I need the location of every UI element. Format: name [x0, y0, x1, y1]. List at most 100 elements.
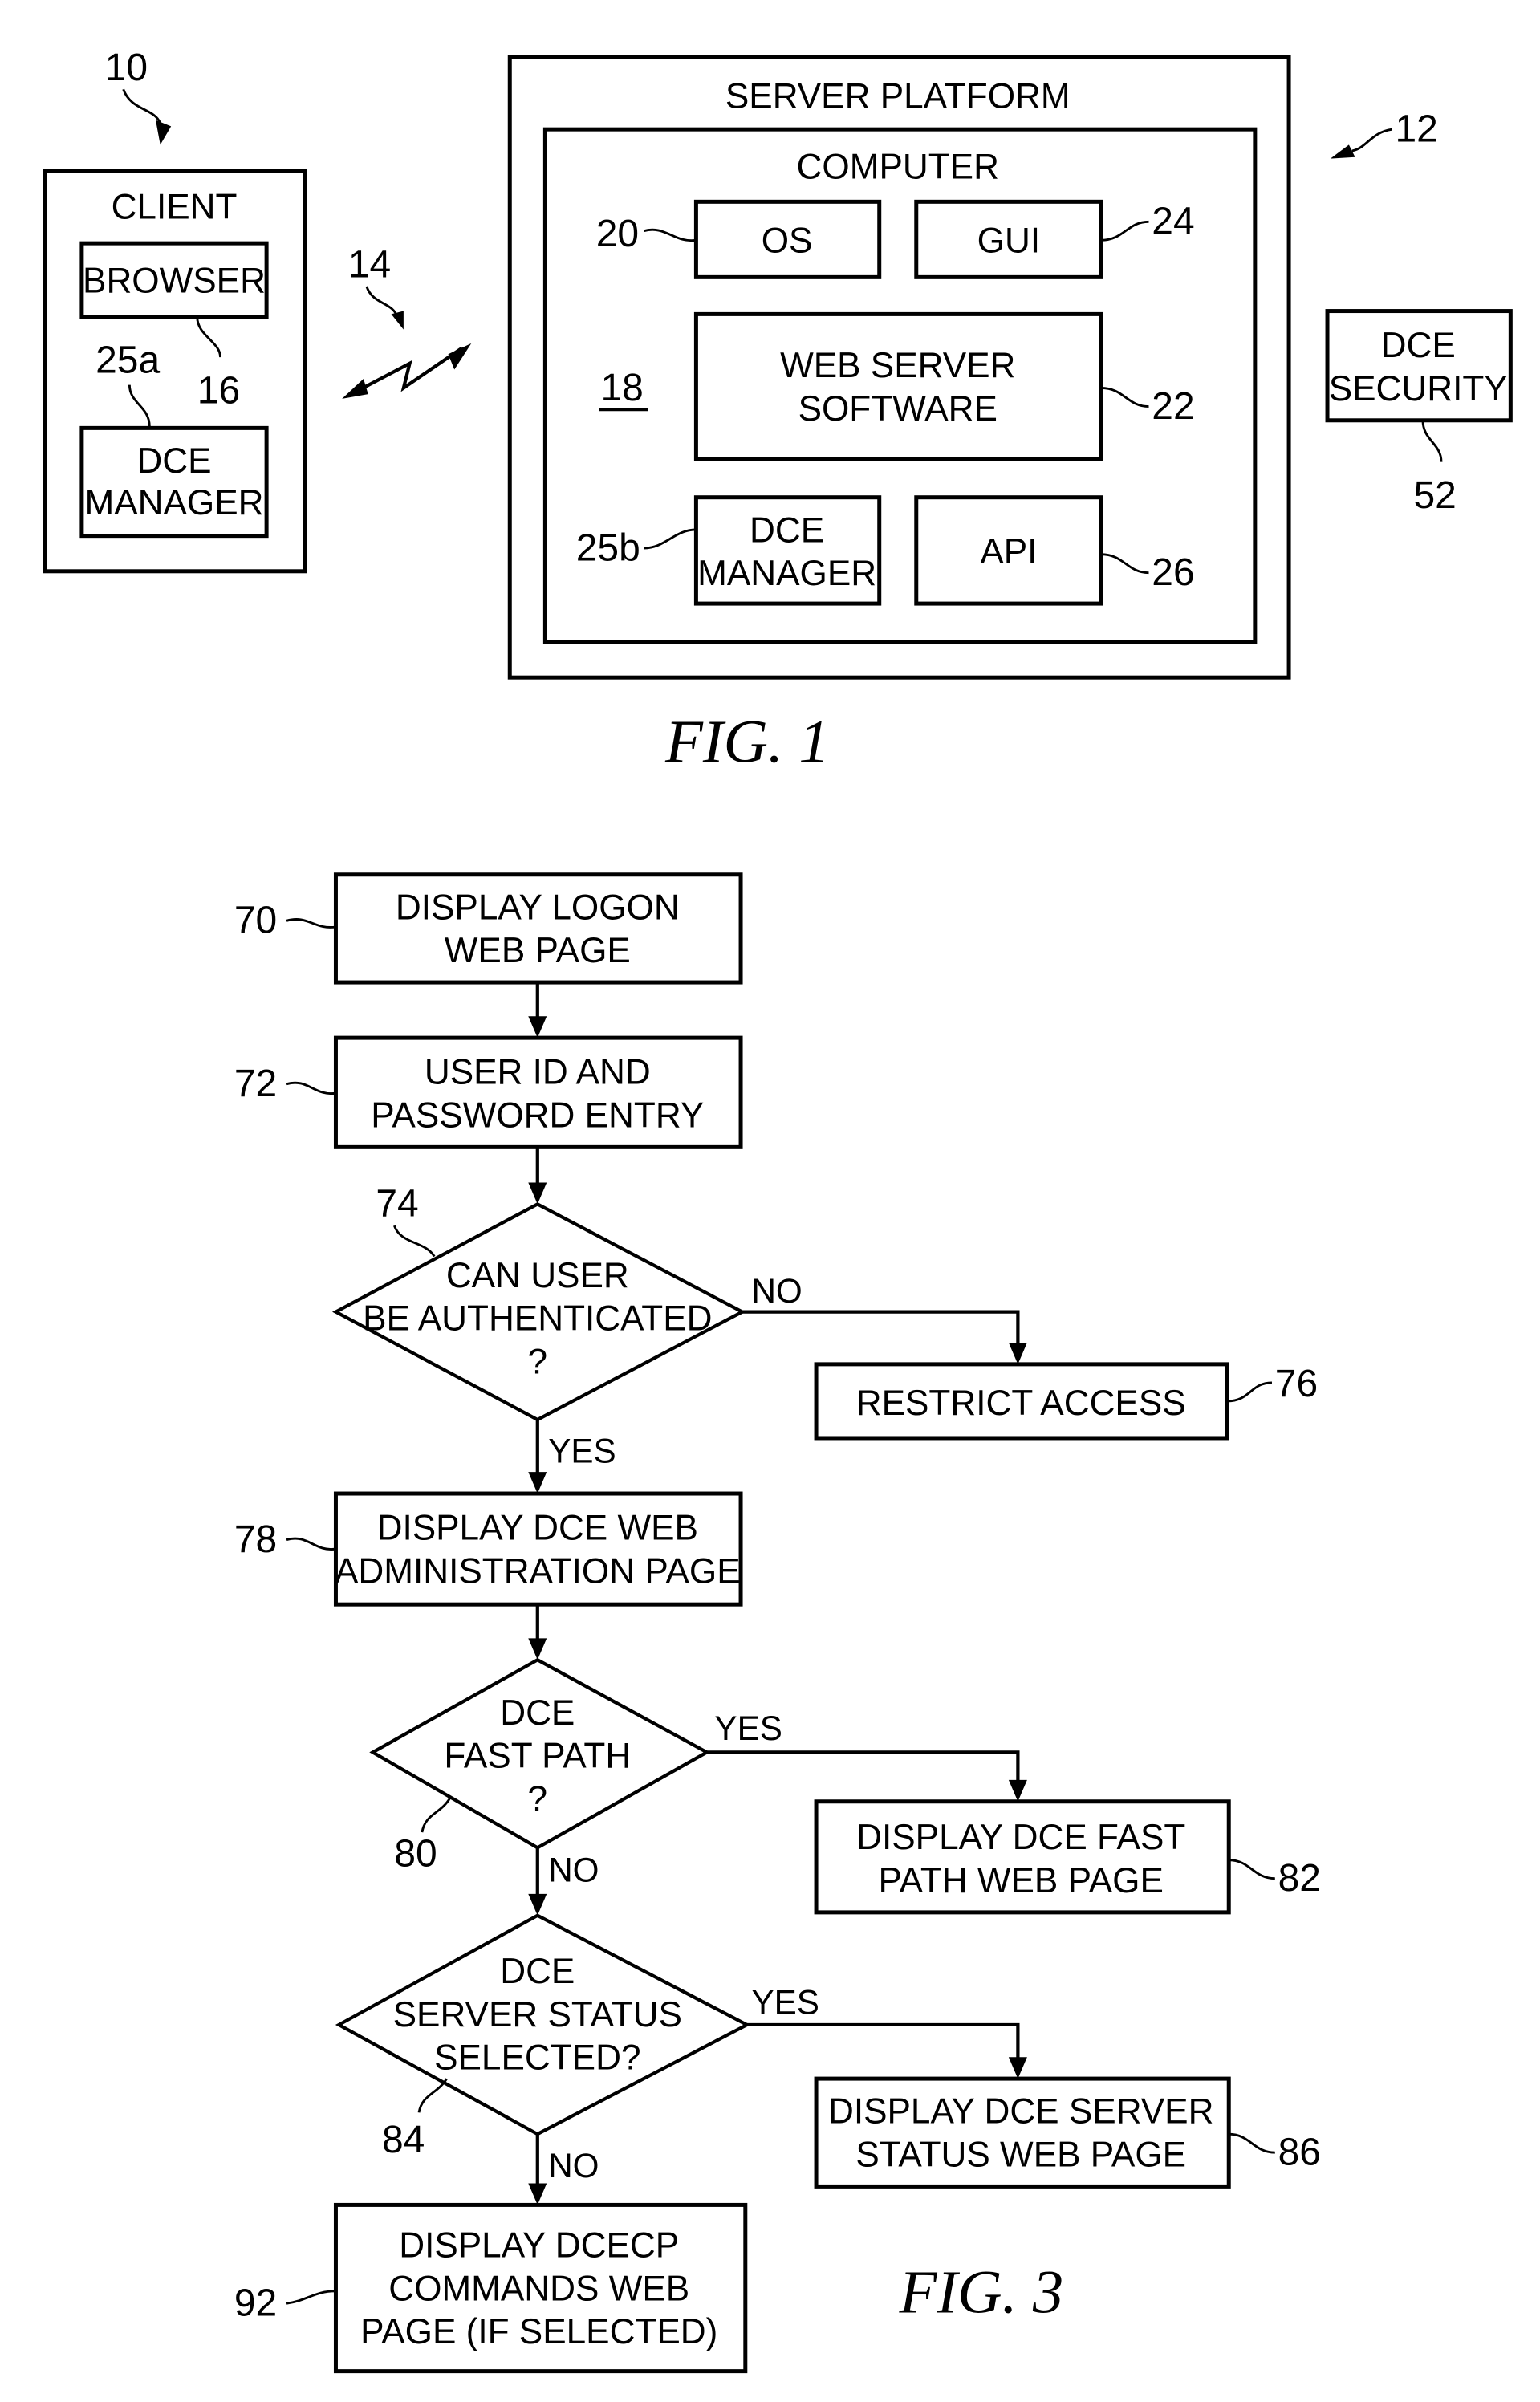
ref-decision-74: 74 — [376, 1183, 418, 1225]
ref-step-76: 76 — [1275, 1363, 1318, 1405]
step-78-line2: ADMINISTRATION PAGE — [335, 1551, 741, 1591]
step-86-line1: DISPLAY DCE SERVER — [828, 2092, 1214, 2132]
arrow-74-78-icon — [528, 1472, 547, 1494]
server-platform-leader — [1351, 128, 1392, 152]
connector-84-86 — [746, 2022, 1020, 2061]
patent-drawing-sheet: 10 CLIENT BROWSER 16 25a DCE MANAGER 14 … — [43, 47, 1513, 2374]
ref-client-dce-manager: 25a — [95, 339, 160, 381]
decision-74-line1: CAN USER — [446, 1256, 629, 1295]
server-platform-arrow-icon — [1330, 144, 1355, 159]
network-link-zigzag — [350, 346, 463, 396]
ref-decision-80: 80 — [394, 1832, 437, 1875]
ref-decision-84: 84 — [382, 2119, 425, 2161]
arrow-74-76-icon — [1008, 1343, 1027, 1364]
ref-client: 10 — [105, 47, 148, 89]
step-82-line1: DISPLAY DCE FAST — [856, 1818, 1185, 1857]
ref-step-92: 92 — [234, 2282, 277, 2325]
arrow-72-74-icon — [528, 1182, 547, 1205]
network-ref-arrow-icon — [391, 311, 404, 330]
decision-84-line1: DCE — [500, 1952, 575, 1991]
step-92-line1: DISPLAY DCECP — [399, 2226, 679, 2266]
client-ref-leader — [122, 88, 162, 124]
api-label: API — [980, 532, 1037, 571]
decision-84-yes-label: YES — [751, 1984, 819, 2022]
arrow-84-86-icon — [1008, 2057, 1027, 2079]
ref-server-platform: 12 — [1395, 108, 1437, 151]
dce-security-line1: DCE — [1381, 326, 1456, 365]
network-arrow-left-icon — [342, 378, 368, 399]
ref-step-78: 78 — [234, 1518, 277, 1561]
ref-step-70: 70 — [234, 900, 277, 942]
arrow-78-80-icon — [528, 1638, 547, 1660]
step-70-line2: WEB PAGE — [445, 931, 631, 970]
step-72-line2: PASSWORD ENTRY — [371, 1095, 704, 1135]
step-92-line2: COMMANDS WEB — [388, 2269, 689, 2308]
step-82-leader — [1229, 1859, 1275, 1880]
dce-security-leader — [1421, 420, 1443, 462]
arrow-84-92-icon — [528, 2183, 547, 2205]
fig3-caption: FIG. 3 — [899, 2258, 1064, 2327]
step-70-leader — [286, 918, 336, 929]
ref-step-82: 82 — [1278, 1857, 1321, 1900]
server-platform-title: SERVER PLATFORM — [725, 76, 1071, 116]
ref-api: 26 — [1152, 551, 1194, 594]
decision-80-line1: DCE — [500, 1693, 575, 1733]
decision-84-line2: SERVER STATUS — [393, 1995, 682, 2034]
step-70-line1: DISPLAY LOGON — [396, 888, 680, 927]
web-server-line2: SOFTWARE — [798, 389, 998, 429]
client-ref-arrow-icon — [155, 120, 172, 145]
step-78-leader — [286, 1537, 336, 1551]
ref-os: 20 — [596, 213, 639, 255]
computer-title: COMPUTER — [797, 148, 999, 187]
arrow-70-72-icon — [528, 1016, 547, 1038]
decision-74-leader — [392, 1225, 436, 1258]
ref-browser: 16 — [197, 370, 240, 413]
decision-80-yes-label: YES — [714, 1709, 782, 1747]
step-72-line1: USER ID AND — [425, 1053, 651, 1092]
step-82-line2: PATH WEB PAGE — [879, 1861, 1164, 1900]
ref-dce-security: 52 — [1413, 474, 1456, 517]
gui-label: GUI — [977, 222, 1040, 261]
ref-computer: 18 — [600, 367, 643, 409]
connector-74-76 — [742, 1310, 1020, 1346]
decision-74-no-label: NO — [751, 1272, 802, 1310]
fig1-system-diagram: 10 CLIENT BROWSER 16 25a DCE MANAGER 14 … — [43, 47, 1513, 776]
ref-web-server: 22 — [1152, 385, 1194, 428]
step-86-line2: STATUS WEB PAGE — [855, 2135, 1186, 2174]
decision-84-leader — [417, 2078, 448, 2113]
step-76-leader — [1227, 1381, 1273, 1403]
decision-80-line2: FAST PATH — [444, 1737, 631, 1776]
ref-server-dce-manager: 25b — [576, 526, 640, 569]
server-dce-manager-line2: MANAGER — [697, 554, 876, 593]
decision-84-line3: SELECTED? — [434, 2038, 640, 2078]
decision-74-line3: ? — [528, 1342, 548, 1381]
arrow-80-84-icon — [528, 1893, 547, 1916]
server-dce-manager-line1: DCE — [750, 510, 824, 550]
ref-step-86: 86 — [1278, 2132, 1321, 2174]
ref-step-72: 72 — [234, 1063, 277, 1105]
decision-84-no-label: NO — [548, 2147, 599, 2185]
client-dce-manager-line1: DCE — [136, 441, 211, 481]
decision-74-line2: BE AUTHENTICATED — [363, 1299, 712, 1339]
step-86-leader — [1229, 2132, 1275, 2154]
browser-label: BROWSER — [83, 262, 266, 301]
step-92-leader — [286, 2290, 336, 2305]
step-76-line1: RESTRICT ACCESS — [856, 1384, 1186, 1423]
network-ref-leader — [365, 286, 399, 318]
web-server-box — [693, 311, 1103, 461]
connector-80-82 — [706, 1750, 1020, 1783]
step-92-line3: PAGE (IF SELECTED) — [360, 2312, 717, 2351]
step-72-leader — [286, 1081, 336, 1095]
fig1-caption: FIG. 1 — [664, 708, 830, 776]
ref-gui: 24 — [1152, 201, 1194, 243]
network-arrow-right-icon — [448, 343, 472, 370]
ref-network: 14 — [348, 243, 391, 286]
step-78-line1: DISPLAY DCE WEB — [377, 1509, 698, 1548]
dce-security-line2: SECURITY — [1329, 369, 1508, 408]
web-server-line1: WEB SERVER — [780, 346, 1015, 385]
arrow-80-82-icon — [1008, 1779, 1027, 1802]
os-label: OS — [762, 222, 813, 261]
decision-80-line3: ? — [528, 1779, 548, 1819]
client-dce-manager-line2: MANAGER — [84, 483, 263, 522]
decision-74-yes-label: YES — [548, 1433, 616, 1470]
